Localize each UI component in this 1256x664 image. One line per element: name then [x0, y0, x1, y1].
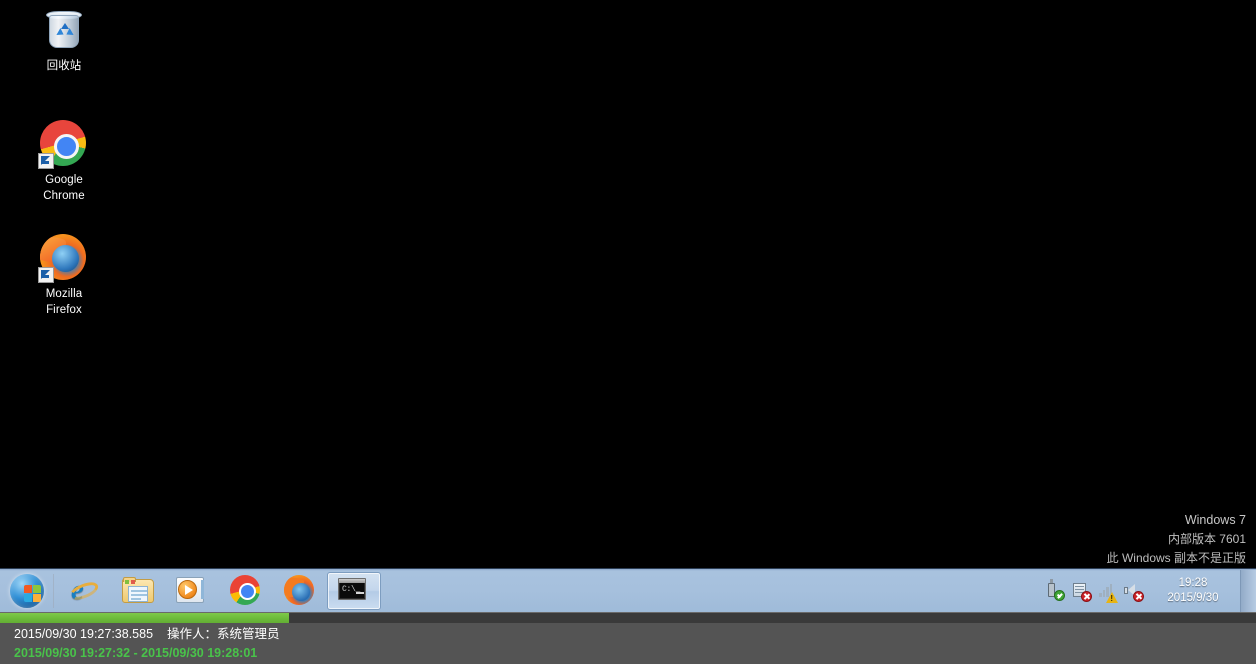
start-button[interactable] — [4, 571, 50, 611]
shortcut-overlay-icon — [38, 153, 54, 169]
playback-time-range: 2015/09/30 19:27:32 - 2015/09/30 19:28:0… — [14, 646, 258, 660]
playback-progress-track[interactable] — [0, 613, 1256, 623]
screen-root: 回收站 Google Chrome Mozilla Firefox Window… — [0, 0, 1256, 664]
shortcut-overlay-icon — [38, 267, 54, 283]
desktop-icon-label-line1: Mozilla — [45, 288, 83, 300]
taskbar-item-google-chrome[interactable] — [219, 572, 273, 610]
chrome-icon — [230, 574, 262, 607]
playback-control-bar: 2015/09/30 19:27:38.585 操作人：系统管理员 2015/09… — [0, 612, 1256, 664]
firefox-icon — [38, 234, 88, 283]
command-prompt-icon: C:\_ — [338, 575, 370, 607]
clock-date: 2015/9/30 — [1167, 591, 1219, 604]
watermark-line-1: Windows 7 — [1184, 513, 1246, 527]
desktop-icon-google-chrome[interactable]: Google Chrome — [21, 120, 107, 204]
desktop-icon-label: 回收站 — [46, 60, 82, 72]
safely-remove-hardware-icon[interactable] — [1045, 578, 1065, 603]
chrome-icon — [38, 120, 88, 169]
playback-timestamp: 2015/09/30 19:27:38.585 — [14, 627, 154, 641]
media-player-icon — [176, 575, 208, 607]
desktop-surface[interactable]: 回收站 Google Chrome Mozilla Firefox Window… — [0, 0, 1256, 568]
desktop-icon-label-line2: Firefox — [46, 304, 82, 316]
system-tray: 19:28 2015/9/30 — [1042, 569, 1256, 612]
desktop-icon-label-line2: Chrome — [43, 190, 85, 202]
taskbar-item-windows-media-player[interactable] — [165, 572, 219, 610]
windows-activation-watermark: Windows 7 内部版本 7601 此 Windows 副本不是正版 — [1107, 511, 1246, 568]
taskbar-item-internet-explorer[interactable]: e — [57, 572, 111, 610]
watermark-line-3: 此 Windows 副本不是正版 — [1106, 551, 1246, 565]
firefox-icon — [284, 574, 316, 607]
recycle-bin-icon — [40, 6, 88, 54]
desktop-icon-label-line1: Google — [45, 174, 83, 186]
taskbar: e C:\_ ! 19:28 2015/9/30 — [0, 568, 1256, 612]
internet-explorer-icon: e — [67, 574, 101, 607]
watermark-line-2: 内部版本 7601 — [1167, 532, 1246, 546]
action-center-flag-icon[interactable] — [1071, 579, 1092, 603]
clock-time: 19:28 — [1178, 576, 1208, 589]
desktop-icon-recycle-bin[interactable]: 回收站 — [21, 6, 107, 74]
playback-operator: 操作人：系统管理员 — [167, 627, 280, 641]
volume-muted-icon[interactable] — [1123, 579, 1144, 603]
playback-progress-fill — [0, 613, 289, 623]
taskbar-divider — [53, 573, 54, 608]
windows-logo-icon — [10, 573, 44, 608]
taskbar-item-command-prompt[interactable]: C:\_ — [327, 571, 381, 610]
taskbar-item-mozilla-firefox[interactable] — [273, 572, 327, 610]
taskbar-clock[interactable]: 19:28 2015/9/30 — [1152, 576, 1234, 606]
show-desktop-button[interactable] — [1240, 569, 1256, 612]
folder-explorer-icon — [122, 575, 154, 607]
playback-current-event: 2015/09/30 19:27:38.585 操作人：系统管理员 — [14, 625, 280, 644]
playback-info: 2015/09/30 19:27:38.585 操作人：系统管理员 2015/09… — [14, 625, 280, 663]
desktop-icon-mozilla-firefox[interactable]: Mozilla Firefox — [21, 234, 107, 318]
taskbar-item-windows-explorer[interactable] — [111, 572, 165, 610]
network-icon[interactable] — [1097, 579, 1118, 603]
